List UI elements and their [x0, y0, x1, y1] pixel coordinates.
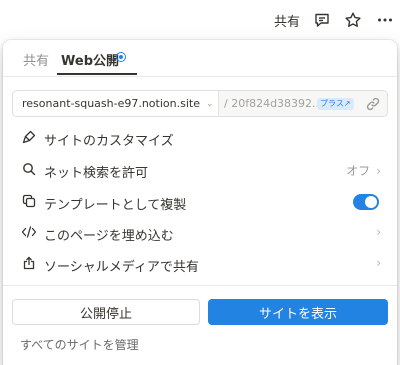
menu-item-label: ソーシャルメディアで共有 — [44, 260, 199, 275]
publish-popover: 共有 Web公開 resonant-squash-e97.notion.site… — [3, 40, 397, 365]
duplicate-icon — [21, 193, 37, 209]
plus-plan-badge[interactable]: プラス↗ — [317, 98, 354, 110]
manage-all-sites-link[interactable]: すべてのサイトを管理 — [20, 336, 139, 353]
slug-field[interactable]: / 20f824d38392... プラス↗ — [219, 91, 387, 116]
published-status-dot-icon — [116, 52, 126, 62]
app-stage: 共有 共有 Web公開 resonant-squash-e97.notion.s… — [0, 0, 400, 365]
menu-item-embed-page[interactable]: このページを埋め込む › — [9, 219, 391, 247]
unpublish-button[interactable]: 公開停止 — [12, 299, 200, 325]
search-setting-state: オフ — [346, 164, 371, 178]
star-icon[interactable] — [343, 10, 363, 30]
menu-item-allow-search[interactable]: ネット検索を許可 オフ › — [9, 156, 391, 184]
chevron-right-icon: › — [376, 164, 381, 178]
section-divider — [3, 285, 397, 286]
search-setting-value: オフ › — [346, 162, 381, 179]
view-site-button[interactable]: サイトを表示 — [208, 299, 388, 325]
search-icon — [21, 161, 37, 177]
embed-chevron: › — [370, 225, 381, 239]
slug-label: / 20f824d38392... — [224, 97, 323, 110]
share-chevron: › — [370, 256, 381, 270]
domain-select[interactable]: resonant-squash-e97.notion.site ⌄ — [13, 91, 219, 116]
menu-item-label: サイトのカスタマイズ — [44, 134, 174, 149]
chevron-down-icon: ⌄ — [205, 98, 214, 109]
share-button[interactable]: 共有 — [274, 11, 300, 30]
menu-item-share-social[interactable]: ソーシャルメディアで共有 › — [9, 250, 391, 278]
comment-icon[interactable] — [312, 10, 332, 30]
paint-brush-icon — [21, 129, 37, 145]
more-icon[interactable] — [375, 10, 395, 30]
top-bar: 共有 — [0, 0, 400, 40]
menu-item-label: テンプレートとして複製 — [44, 198, 187, 213]
menu-item-label: ネット検索を許可 — [44, 166, 149, 181]
tab-share[interactable]: 共有 — [23, 50, 49, 69]
domain-label: resonant-squash-e97.notion.site — [22, 97, 200, 110]
menu-item-customize-site[interactable]: サイトのカスタマイズ — [9, 124, 391, 152]
embed-code-icon — [21, 224, 37, 240]
chevron-right-icon: › — [376, 225, 381, 239]
popover-tabs: 共有 Web公開 — [3, 40, 397, 77]
share-upload-icon — [21, 255, 37, 271]
active-tab-indicator — [57, 73, 137, 75]
duplicate-template-toggle[interactable] — [353, 194, 379, 210]
site-url-row: resonant-squash-e97.notion.site ⌄ / 20f8… — [12, 90, 388, 117]
copy-link-icon[interactable] — [365, 96, 381, 112]
menu-item-duplicate-template[interactable]: テンプレートとして複製 — [9, 188, 391, 216]
menu-item-label: このページを埋め込む — [44, 229, 174, 244]
tab-web-publish[interactable]: Web公開 — [61, 50, 119, 69]
chevron-right-icon: › — [376, 256, 381, 270]
